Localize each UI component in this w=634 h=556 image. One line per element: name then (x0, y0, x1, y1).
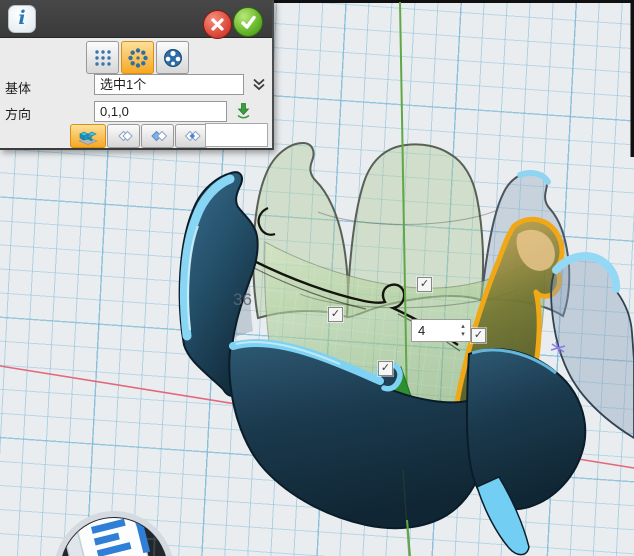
dimension-label: 36 (233, 290, 252, 309)
count-value[interactable]: 4 (412, 320, 456, 341)
info-icon[interactable]: i (8, 5, 36, 33)
double-diamond-icon (114, 128, 134, 144)
base-label: 基体 (5, 78, 31, 97)
selection-checkbox-1[interactable]: ✓ (417, 277, 432, 292)
selection-checkbox-4[interactable]: ✓ (378, 361, 393, 376)
sphere-icon (161, 46, 185, 70)
option-diamonds-button[interactable] (107, 124, 140, 148)
app-logo-button[interactable] (57, 498, 171, 556)
cancel-button[interactable] (203, 10, 232, 39)
count-input[interactable]: 4 ▴ ▾ (411, 319, 471, 342)
option-cubes-button[interactable] (70, 124, 106, 148)
pick-direction-icon[interactable] (235, 102, 252, 124)
diamond-dot-icon (182, 128, 202, 144)
check-icon (240, 15, 257, 30)
pattern-sphere-button[interactable] (156, 41, 189, 74)
expand-chevron-icon[interactable] (252, 77, 266, 96)
pattern-circle-button[interactable] (121, 41, 154, 74)
dot-ring-icon (126, 46, 150, 70)
pattern-mode-row (86, 41, 189, 74)
spinner-down-button[interactable]: ▾ (456, 331, 470, 339)
result-option-row (70, 124, 208, 148)
selection-checkbox-3[interactable]: ✓ (471, 328, 486, 343)
confirm-button[interactable] (233, 7, 263, 37)
pattern-grid-button[interactable] (86, 41, 119, 74)
pattern-dialog: i (0, 0, 274, 150)
empty-field[interactable] (205, 123, 268, 147)
count-spinner: ▴ ▾ (456, 320, 470, 341)
viewport-top-edge (272, 0, 634, 3)
app-window: 36 (0, 0, 634, 556)
option-blue-diamond-button[interactable] (141, 124, 174, 148)
option-diamond-dot-button[interactable] (175, 124, 208, 148)
selection-checkbox-2[interactable]: ✓ (328, 307, 343, 322)
dot-grid-icon (91, 46, 115, 70)
spinner-up-button[interactable]: ▴ (456, 323, 470, 331)
viewport-right-edge (631, 0, 634, 157)
direction-label: 方向 (5, 104, 31, 123)
x-icon (210, 17, 225, 32)
blue-diamond-pair-icon (148, 128, 168, 144)
cube-stack-icon (77, 127, 99, 145)
direction-field[interactable]: 0,1,0 (94, 101, 227, 122)
base-field[interactable]: 选中1个 (94, 74, 244, 95)
